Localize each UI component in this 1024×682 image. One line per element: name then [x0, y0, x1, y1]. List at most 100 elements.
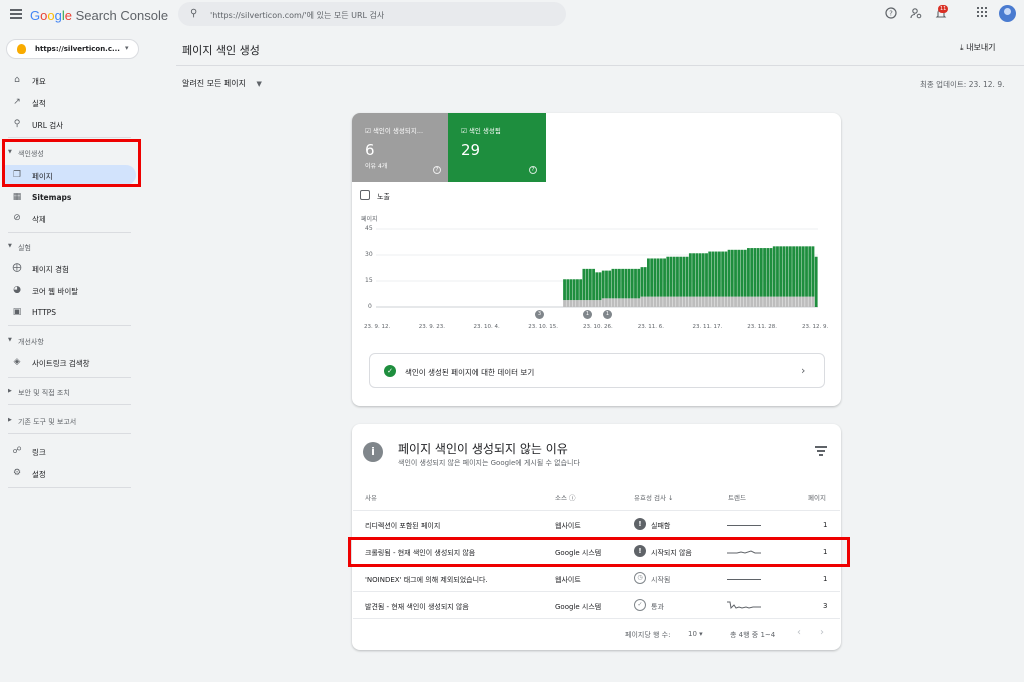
chart-bar[interactable] [640, 267, 644, 297]
chart-bar[interactable] [811, 296, 815, 307]
chart-bar[interactable] [750, 248, 754, 297]
chart-bar[interactable] [785, 296, 789, 307]
chart-bar[interactable] [611, 298, 615, 307]
sidebar-item-sitemaps[interactable]: ▦ Sitemaps [0, 187, 146, 207]
chart-bar[interactable] [688, 296, 692, 307]
chart-bar[interactable] [763, 248, 766, 297]
chart-bar[interactable] [572, 300, 576, 307]
chart-bar[interactable] [630, 268, 634, 299]
section-security[interactable]: ▶ 보안 및 직접 조치 [0, 384, 146, 400]
chart-bar[interactable] [801, 296, 805, 307]
chart-bar[interactable] [766, 248, 770, 297]
chart-bar[interactable] [727, 296, 731, 307]
chart-bar[interactable] [627, 268, 631, 299]
chart-bar[interactable] [669, 256, 673, 297]
chart-bar[interactable] [788, 246, 792, 297]
page-filter-dropdown[interactable]: 알려진 모든 페이지 ▼ [182, 78, 262, 89]
chart-bar[interactable] [701, 296, 705, 307]
help-icon[interactable]: ? [433, 166, 441, 174]
chart-bar[interactable] [579, 300, 583, 307]
chart-bar[interactable] [730, 249, 734, 297]
chart-bar[interactable] [759, 296, 763, 307]
chart-bar[interactable] [782, 246, 786, 297]
chart-bar[interactable] [679, 256, 683, 297]
chart-bar[interactable] [566, 279, 570, 301]
chart-bar[interactable] [601, 298, 605, 307]
chart-bar[interactable] [727, 249, 731, 297]
chart-bar[interactable] [640, 296, 644, 307]
chart-bar[interactable] [698, 296, 702, 307]
chart-bar[interactable] [592, 300, 595, 307]
chart-bar[interactable] [708, 251, 712, 297]
chart-bar[interactable] [792, 246, 796, 297]
chart-bar[interactable] [730, 296, 734, 307]
chart-bar[interactable] [672, 256, 676, 297]
chart-bar[interactable] [617, 298, 621, 307]
chart-bar[interactable] [788, 296, 792, 307]
chart-bar[interactable] [734, 296, 737, 307]
chart-bar[interactable] [659, 258, 663, 297]
property-selector[interactable]: https://silverticon.c... ▾ [6, 39, 139, 59]
chart-bar[interactable] [650, 258, 654, 297]
impressions-checkbox[interactable] [360, 190, 370, 200]
chart-bar[interactable] [756, 296, 760, 307]
chart-bar[interactable] [653, 258, 657, 297]
chart-bar[interactable] [692, 253, 696, 297]
chart-bar[interactable] [779, 296, 783, 307]
export-button[interactable]: ⤓ 내보내기 [960, 42, 996, 53]
chart-bar[interactable] [601, 270, 605, 299]
chart-bar[interactable] [592, 268, 595, 301]
chart-bar[interactable] [563, 300, 566, 307]
chart-bar[interactable] [743, 296, 747, 307]
prev-page-icon[interactable]: ‹ [797, 627, 801, 638]
chart-bar[interactable] [685, 256, 689, 297]
chart-bar[interactable] [608, 270, 612, 299]
chart-bar[interactable] [663, 296, 666, 307]
chart-bar[interactable] [711, 296, 715, 307]
chart-bar[interactable] [759, 248, 763, 297]
chart-bar[interactable] [595, 300, 599, 307]
sidebar-item-page-experience[interactable]: ⨁ 페이지 경험 [0, 258, 146, 278]
chart-bar[interactable] [563, 279, 566, 301]
chart-bar[interactable] [605, 270, 608, 299]
url-inspection-search[interactable]: ⚲ 'https://silverticon.com/'에 있는 모든 URL … [178, 2, 566, 26]
chart-bar[interactable] [621, 298, 625, 307]
sidebar-item-sitelinks-searchbox[interactable]: ◈ 사이트링크 검색창 [0, 352, 146, 372]
chart-bar[interactable] [679, 296, 683, 307]
chart-bar[interactable] [776, 246, 779, 297]
chart-bar[interactable] [682, 256, 686, 297]
chart-bar[interactable] [659, 296, 663, 307]
table-row[interactable]: 리디렉션이 포함된 페이지 웹사이트 ! 실패함 1 [353, 510, 840, 537]
chart-bar[interactable] [663, 258, 666, 297]
chart-bar[interactable] [705, 253, 708, 297]
chart-bar[interactable] [769, 248, 773, 297]
table-row[interactable]: 발견됨 - 현재 색인이 생성되지 않음 Google 시스템 ✓ 통과 3 [353, 591, 840, 618]
sidebar-item-performance[interactable]: ↗ 실적 [0, 92, 146, 112]
chart-bar[interactable] [634, 298, 637, 307]
chart-bar[interactable] [740, 249, 744, 297]
chart-bar[interactable] [801, 246, 805, 297]
sidebar-item-links[interactable]: ☍ 링크 [0, 441, 146, 461]
chart-bar[interactable] [585, 300, 589, 307]
chart-bar[interactable] [766, 296, 770, 307]
rows-per-page-select[interactable]: 10 ▾ [688, 630, 703, 638]
chart-bar[interactable] [630, 298, 634, 307]
table-row[interactable]: 'NOINDEX' 태그에 의해 제외되었습니다. 웹사이트 ◷ 시작됨 1 [353, 564, 840, 591]
chart-bar[interactable] [753, 296, 757, 307]
chart-bar[interactable] [724, 296, 728, 307]
chart-bar[interactable] [763, 296, 766, 307]
chart-bar[interactable] [692, 296, 696, 307]
chart-bar[interactable] [701, 253, 705, 297]
chart-bar[interactable] [598, 300, 602, 307]
chart-bar[interactable] [721, 251, 725, 297]
chart-bar[interactable] [698, 253, 702, 297]
chart-bar[interactable] [598, 272, 602, 301]
chart-bar[interactable] [685, 296, 689, 307]
chart-bar[interactable] [688, 253, 692, 297]
chart-bar[interactable] [782, 296, 786, 307]
chart-bar[interactable] [627, 298, 631, 307]
sidebar-item-overview[interactable]: ⌂ 개요 [0, 70, 146, 90]
annotation-marker[interactable]: 3 [535, 310, 544, 319]
chart-bar[interactable] [705, 296, 708, 307]
chart-bar[interactable] [743, 249, 747, 297]
